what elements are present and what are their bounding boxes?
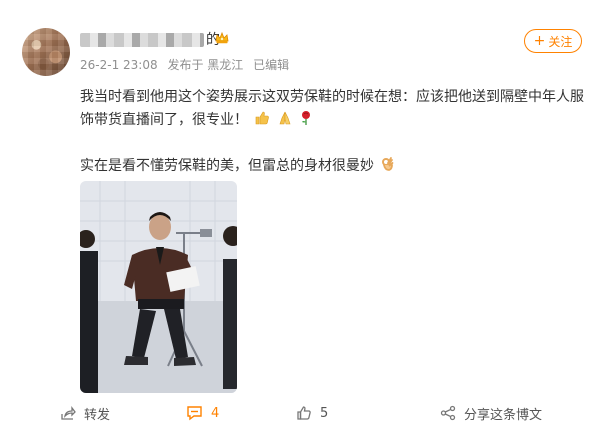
like-button[interactable]: 5 (296, 398, 328, 428)
thumbs-up-icon (254, 110, 270, 134)
comment-icon (186, 405, 203, 421)
post-date[interactable]: 26-2-1 23:08 (80, 58, 158, 72)
like-icon (296, 405, 312, 421)
share-button[interactable]: 分享这条博文 (440, 398, 542, 428)
follow-button-label: 关注 (548, 34, 573, 49)
weibo-post-card: 的 26-2-1 23:08 发布于 黑龙江 已编辑 + 关注 我当时看到他用这… (0, 0, 600, 431)
comment-count: 4 (211, 405, 220, 421)
post-text: 我当时看到他用这个姿势展示这双劳保鞋的时候在想：应该把他送到隔壁中年人服 饰带货… (80, 86, 585, 180)
praying-hands-icon (277, 110, 293, 134)
post-photo[interactable] (80, 181, 237, 393)
like-count: 5 (320, 405, 329, 421)
comment-button[interactable]: 4 (186, 398, 219, 428)
post-text-line: 饰带货直播间了，很专业！ (80, 109, 585, 134)
forward-button[interactable]: 转发 (60, 398, 110, 428)
plus-icon: + (533, 33, 546, 49)
post-edited-label[interactable]: 已编辑 (253, 58, 289, 72)
post-meta: 26-2-1 23:08 发布于 黑龙江 已编辑 (80, 56, 295, 73)
action-bar: 转发 4 5 分享这条博文 (0, 398, 600, 431)
author-name-blurred[interactable] (80, 33, 204, 47)
post-text-line: 我当时看到他用这个姿势展示这双劳保鞋的时候在想：应该把他送到隔壁中年人服 (80, 89, 584, 105)
share-icon (440, 405, 456, 421)
avatar[interactable] (22, 28, 70, 76)
post-text-line: 实在是看不懂劳保鞋的美，但雷总的身材很曼妙 (80, 155, 585, 180)
rose-icon (299, 110, 313, 134)
ok-hand-icon (380, 156, 394, 180)
share-label: 分享这条博文 (464, 407, 543, 423)
forward-label: 转发 (84, 407, 111, 423)
member-crown-icon (214, 30, 230, 46)
forward-icon (60, 405, 76, 421)
post-location: 发布于 黑龙江 (167, 58, 244, 72)
follow-button[interactable]: + 关注 (524, 29, 582, 53)
